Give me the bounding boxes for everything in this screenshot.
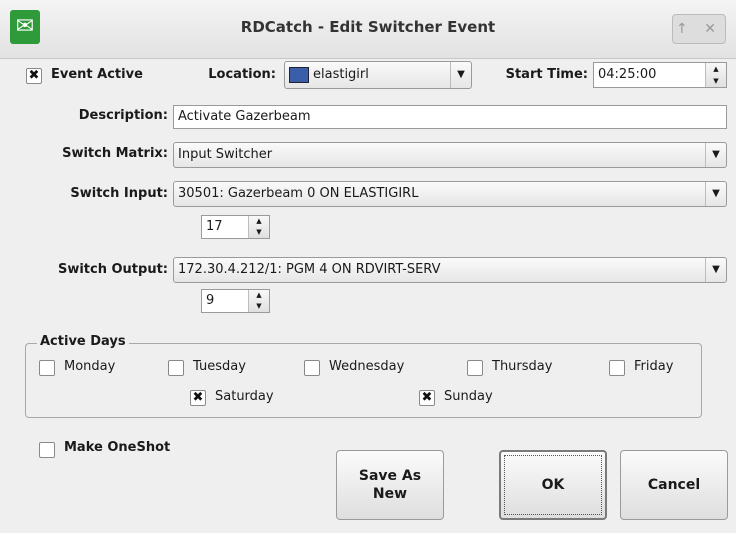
window-title: RDCatch - Edit Switcher Event [240, 18, 496, 36]
monday-checkbox[interactable] [39, 360, 55, 376]
switch-input-label: Switch Input: [70, 186, 168, 201]
chevron-down-icon: ▼ [705, 258, 726, 282]
start-time-label: Start Time: [505, 67, 588, 82]
cancel-label: Cancel [647, 477, 701, 493]
chevron-down-icon: ▼ [450, 62, 471, 88]
switch-input-spin-buttons[interactable]: ▲ ▼ [248, 216, 269, 238]
start-time-value: 04:25:00 [598, 67, 657, 82]
chevron-down-icon: ▼ [705, 182, 726, 206]
save-as-new-label-line2: New [372, 486, 408, 502]
description-label: Description: [78, 108, 168, 123]
switch-input-combo[interactable]: 30501: Gazerbeam 0 ON ELASTIGIRL ▼ [173, 181, 727, 207]
switch-matrix-value: Input Switcher [178, 147, 273, 162]
switch-output-number: 9 [206, 293, 215, 308]
event-active-label: Event Active [51, 67, 143, 82]
chevron-down-icon: ▼ [705, 143, 726, 167]
wednesday-checkbox[interactable] [304, 360, 320, 376]
make-oneshot-checkbox[interactable] [39, 442, 55, 458]
description-input[interactable]: Activate Gazerbeam [173, 105, 727, 129]
tuesday-label: Tuesday [193, 359, 246, 374]
thursday-label: Thursday [492, 359, 553, 374]
switch-input-value: 30501: Gazerbeam 0 ON ELASTIGIRL [178, 186, 419, 201]
switch-input-spinbox[interactable]: 17 ▲ ▼ [201, 215, 270, 239]
switch-output-spin-buttons[interactable]: ▲ ▼ [248, 290, 269, 312]
title-bar: ✉ RDCatch - Edit Switcher Event ↑ ✕ [0, 0, 736, 59]
cancel-button[interactable]: Cancel [620, 450, 728, 520]
make-oneshot-label: Make OneShot [64, 440, 171, 455]
friday-label: Friday [634, 359, 674, 374]
switch-output-combo[interactable]: 172.30.4.212/1: PGM 4 ON RDVIRT-SERV ▼ [173, 257, 727, 283]
saturday-checkbox[interactable]: ✖ [190, 390, 206, 406]
event-active-checkbox[interactable]: ✖ [26, 68, 42, 84]
active-days-title: Active Days [37, 334, 129, 349]
switch-output-label: Switch Output: [57, 262, 168, 277]
start-time-field[interactable]: 04:25:00 ▲ ▼ [593, 62, 727, 88]
switch-matrix-label: Switch Matrix: [62, 146, 168, 161]
computer-icon [289, 66, 309, 83]
friday-checkbox[interactable] [609, 360, 625, 376]
start-time-spin-buttons[interactable]: ▲ ▼ [705, 63, 726, 87]
monday-label: Monday [64, 359, 116, 374]
location-label: Location: [208, 67, 276, 82]
switch-matrix-combo[interactable]: Input Switcher ▼ [173, 142, 727, 168]
thursday-checkbox[interactable] [467, 360, 483, 376]
active-days-group [25, 343, 702, 418]
ok-button[interactable]: OK [499, 450, 607, 520]
switch-output-spinbox[interactable]: 9 ▲ ▼ [201, 289, 270, 313]
saturday-label: Saturday [215, 389, 274, 404]
location-value: elastigirl [313, 67, 369, 82]
location-combo[interactable]: elastigirl ▼ [284, 61, 472, 89]
save-as-new-button[interactable]: Save As New [336, 450, 444, 520]
focus-ring [504, 455, 602, 515]
sunday-label: Sunday [444, 389, 493, 404]
save-as-new-label-line1: Save As [358, 468, 422, 484]
sunday-checkbox[interactable]: ✖ [419, 390, 435, 406]
switch-output-value: 172.30.4.212/1: PGM 4 ON RDVIRT-SERV [178, 262, 441, 277]
window-controls[interactable]: ↑ ✕ [672, 14, 726, 44]
switch-input-number: 17 [206, 219, 223, 234]
wednesday-label: Wednesday [329, 359, 405, 374]
tuesday-checkbox[interactable] [168, 360, 184, 376]
